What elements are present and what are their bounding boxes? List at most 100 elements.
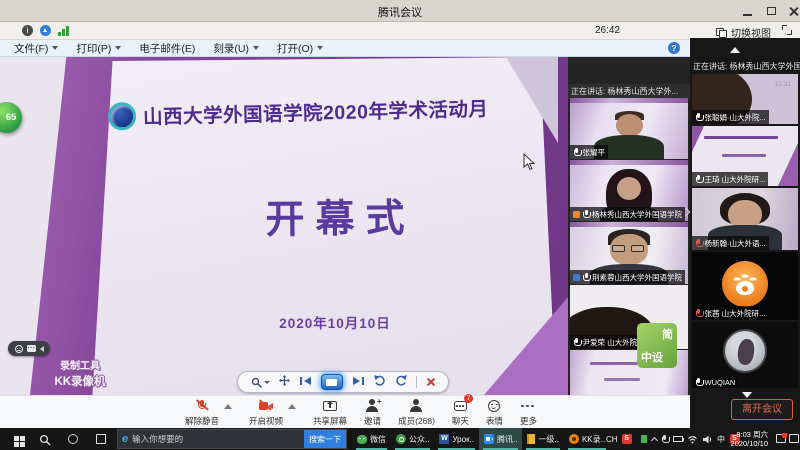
avatar-logo [722,261,768,307]
unmute-button[interactable]: 解除静音 [185,399,219,427]
members-icon [410,399,422,413]
members-button[interactable]: 成员(268) [398,399,435,427]
task-view-icon[interactable] [96,434,106,444]
glasses-icon [631,245,644,252]
shield-icon[interactable] [40,25,51,36]
scroll-up-arrow-icon[interactable] [730,47,740,53]
menu-burn[interactable]: 刻录(U) [205,40,267,56]
fit-to-window-button[interactable] [279,373,290,391]
sogou-icon[interactable]: S [622,434,632,444]
search-input[interactable] [132,434,304,444]
search-go-button[interactable]: 搜索一下 [304,430,346,448]
info-icon[interactable]: i [22,25,33,36]
search-icon [39,434,51,446]
rotate-left-icon [374,375,386,386]
watermark-line2: KK录像机 [40,373,120,389]
scroll-down-arrow-icon[interactable] [742,392,752,398]
speaking-banner: 正在讲话: 杨林秀山西大学外国... [690,59,800,74]
taskbar-app-kk-recorder[interactable]: KK录.. [564,428,610,450]
hidden-icons-chevron[interactable] [650,436,657,443]
taskbar-app-wechat[interactable]: 微信 [352,428,391,450]
menu-print[interactable]: 打印(P) [68,40,129,56]
button-label: 聊天 [452,415,469,427]
previous-image-button[interactable] [299,373,312,391]
previous-icon [299,376,312,386]
help-icon[interactable]: ? [668,42,680,54]
video-tile[interactable]: 张耀平 [570,98,688,159]
action-center-icon[interactable] [789,434,799,443]
member-icon [573,274,580,281]
mic-muted-icon [695,239,702,248]
participant-name: 张茜 山大外院研... [705,308,766,319]
volume-icon[interactable] [703,435,713,444]
participant-label: 荆素蓉山西大学外国语学院 [570,270,685,284]
switch-view-icon [716,28,727,38]
app-label: KK录.. [582,434,605,445]
minimize-button[interactable] [742,6,753,17]
video-tile[interactable]: 杨新翰·山大外语... [692,188,798,250]
glasses-icon [612,245,625,252]
slide-main-title: 开幕式 [150,186,521,246]
delete-button[interactable] [426,377,436,387]
video-tile[interactable]: 荆素蓉山西大学外国语学院 [570,222,688,284]
mic-icon [695,113,702,122]
zoom-button[interactable] [251,377,270,388]
hand-raise-icon [573,211,580,218]
mic-icon [573,148,580,157]
start-button[interactable] [14,434,25,450]
video-tile[interactable]: WUQIAN [692,322,798,388]
fullscreen-icon[interactable] [782,25,792,35]
rotate-right-button[interactable] [395,373,407,391]
video-tile[interactable]: 10.31 张聪娟·山大外院... [692,74,798,124]
mic-options-caret[interactable] [224,404,232,409]
mic-muted-icon [695,309,702,318]
menu-open[interactable]: 打开(O) [269,40,331,56]
shared-video-strip: 正在讲话: 杨林秀山西大学外... 张耀平 杨林秀山西大学外国语学院 荆素蓉山西… [568,57,690,395]
clock-date: 2020/10/10 [722,440,768,449]
ime-ch-label[interactable]: CH [606,435,618,444]
watermark-line1: 录制工具 [40,357,120,372]
slideshow-button[interactable] [321,374,343,390]
invite-person-icon: + [366,399,380,413]
dropdown-arrow-icon [52,46,58,50]
slide-text-line [704,136,778,139]
taskbar-app-dictionary[interactable]: 一级.. [522,428,563,450]
taskbar-app-word[interactable]: WУрок.. [434,428,479,450]
more-button[interactable]: 更多 [520,399,537,427]
windows-icon [14,436,25,447]
chat-button[interactable]: 7 聊天 [452,399,469,427]
leave-meeting-button[interactable]: 离开会议 [731,399,793,420]
usb-icon[interactable] [641,435,647,443]
video-tile[interactable]: 张茜 山大外院研... [692,252,798,320]
menu-file[interactable]: 文件(F) [6,40,66,56]
mic-icon [573,338,580,347]
share-screen-button[interactable]: 共享屏幕 [313,399,347,427]
taskbar-search-button[interactable] [39,433,51,450]
rotate-left-button[interactable] [374,373,386,391]
taskbar-app-tencent-meeting[interactable]: 腾讯.. [479,428,522,450]
recorder-mini-toolbar[interactable] [8,341,50,356]
mic-icon [583,210,590,219]
video-tile[interactable]: 王琦 山大外院研... [692,126,798,186]
participant-label: 张茜 山大外院研... [692,306,768,320]
tray-mic-icon[interactable] [661,435,668,444]
notification-icon[interactable] [776,434,786,443]
toolbar-buttons: 解除静音 开启视频 共享屏幕 + 邀请 成员(268) [185,399,537,427]
video-tile[interactable]: 杨林秀山西大学外国语学院 [570,160,688,221]
battery-icon[interactable] [673,436,683,442]
taskbar-clock[interactable]: 8:03 周六 2020/10/10 [722,431,768,448]
wifi-icon[interactable] [687,435,698,444]
tencent-meeting-icon [484,434,494,444]
video-options-caret[interactable] [288,404,296,409]
maximize-button[interactable] [766,6,777,17]
next-image-button[interactable] [352,373,365,391]
taskbar-search-box[interactable]: e 搜索一下 [117,429,347,449]
start-video-button[interactable]: 开启视频 [249,399,283,427]
close-button[interactable] [788,6,799,17]
photo-viewer-controls [237,371,449,393]
taskbar-app-official-account[interactable]: 公众.. [391,428,434,450]
cortana-icon[interactable] [68,434,78,444]
menu-email[interactable]: 电子邮件(E) [131,40,203,56]
invite-button[interactable]: + 邀请 [364,399,381,427]
emoji-button[interactable]: 表情 [486,399,503,427]
